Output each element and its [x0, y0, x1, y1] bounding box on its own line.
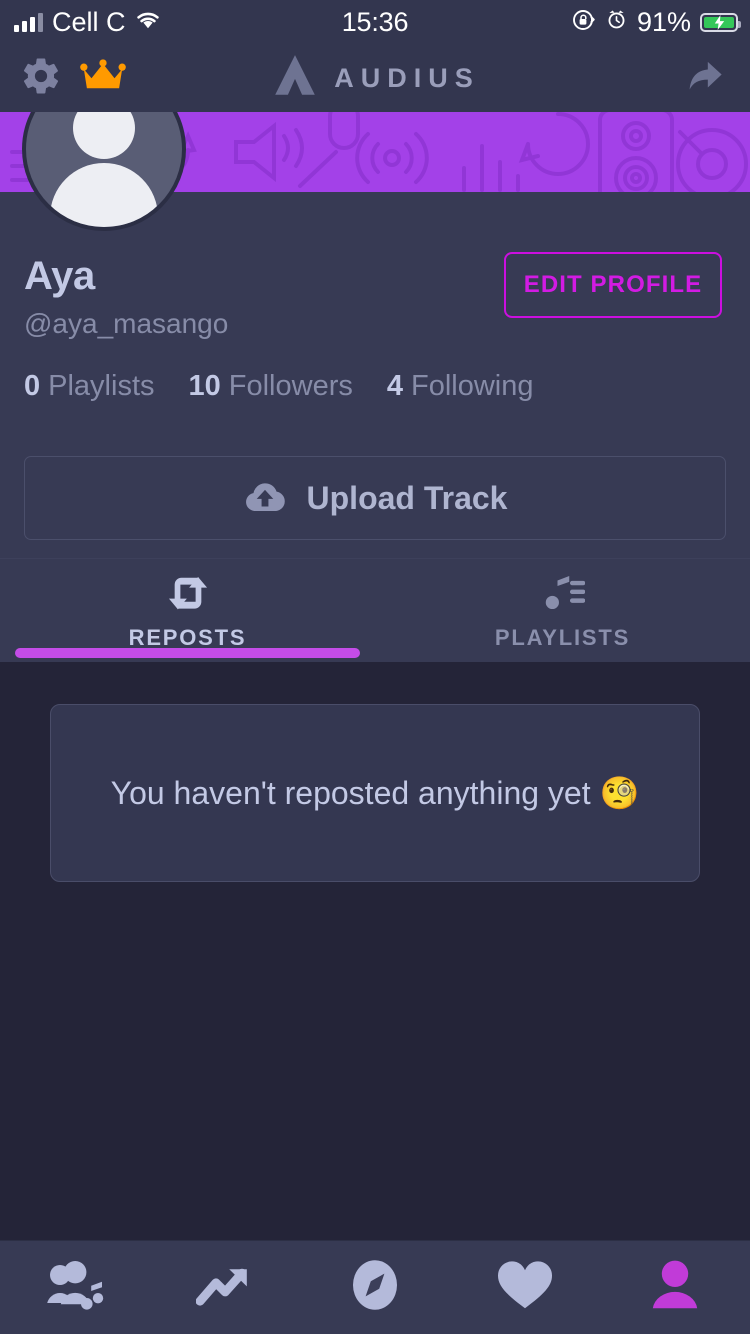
empty-state-card: You haven't reposted anything yet 🧐 [50, 704, 700, 882]
nav-item-explore[interactable] [300, 1241, 450, 1334]
nav-item-feed[interactable] [0, 1241, 150, 1334]
profile-tabs: REPOSTS PLAYLISTS [0, 558, 750, 662]
tab-reposts-label: REPOSTS [128, 624, 247, 650]
stat-followers[interactable]: 10 Followers [189, 370, 353, 403]
repost-icon [165, 572, 211, 617]
stat-playlists[interactable]: 0 Playlists [24, 370, 155, 403]
tab-playlists-label: PLAYLISTS [494, 624, 631, 650]
bottom-navigation [0, 1240, 750, 1334]
status-bar: Cell C 15:36 91% [0, 0, 750, 44]
upload-track-label: Upload Track [306, 479, 508, 516]
rotation-lock-icon [572, 8, 596, 37]
header-right-actions [684, 56, 728, 101]
tab-content-reposts: You haven't reposted anything yet 🧐 [0, 662, 750, 1240]
profile-header: Aya @aya_masango EDIT PROFILE 0 Playlist… [0, 67, 750, 558]
stat-following-label: Following [411, 370, 534, 402]
edit-profile-button[interactable]: EDIT PROFILE [504, 252, 722, 318]
person-icon [648, 1259, 702, 1316]
app-logo-text: AUDIUS [334, 62, 480, 93]
nav-item-profile[interactable] [600, 1241, 750, 1334]
stat-playlists-label: Playlists [48, 370, 155, 402]
app-header: AUDIUS [0, 44, 750, 112]
stat-followers-count: 10 [188, 370, 221, 402]
app-root: Cell C 15:36 91% AUDIUS Aya @aya_masango… [0, 0, 750, 1334]
app-logo: AUDIUS [0, 51, 750, 106]
avatar-body [50, 163, 158, 227]
status-bar-right: 91% [572, 6, 741, 38]
stat-followers-label: Followers [228, 370, 353, 402]
battery-percent-label: 91% [636, 6, 691, 37]
audius-logo-icon [270, 51, 320, 106]
compass-icon [348, 1258, 402, 1317]
battery-charging-icon [700, 12, 741, 32]
alarm-clock-icon [605, 8, 628, 36]
nav-item-favorites[interactable] [450, 1241, 600, 1334]
profile-stats: 0 Playlists 10 Followers 4 Following [24, 370, 534, 403]
people-music-icon [46, 1259, 104, 1316]
trending-arrow-icon [195, 1260, 254, 1315]
stat-following-count: 4 [386, 370, 403, 402]
heart-icon [496, 1259, 554, 1316]
share-arrow-icon[interactable] [684, 56, 728, 101]
nav-item-trending[interactable] [150, 1241, 300, 1334]
page-title: Aya [24, 254, 95, 298]
upload-track-button[interactable]: Upload Track [24, 456, 726, 540]
stat-following[interactable]: 4 Following [387, 370, 534, 403]
profile-handle: @aya_masango [24, 308, 229, 339]
active-tab-indicator [15, 648, 360, 658]
empty-state-message: You haven't reposted anything yet 🧐 [110, 775, 640, 811]
stat-playlists-count: 0 [24, 370, 41, 402]
tab-playlists[interactable]: PLAYLISTS [375, 559, 750, 663]
cloud-upload-icon [243, 478, 287, 519]
playlist-icon [541, 572, 585, 617]
